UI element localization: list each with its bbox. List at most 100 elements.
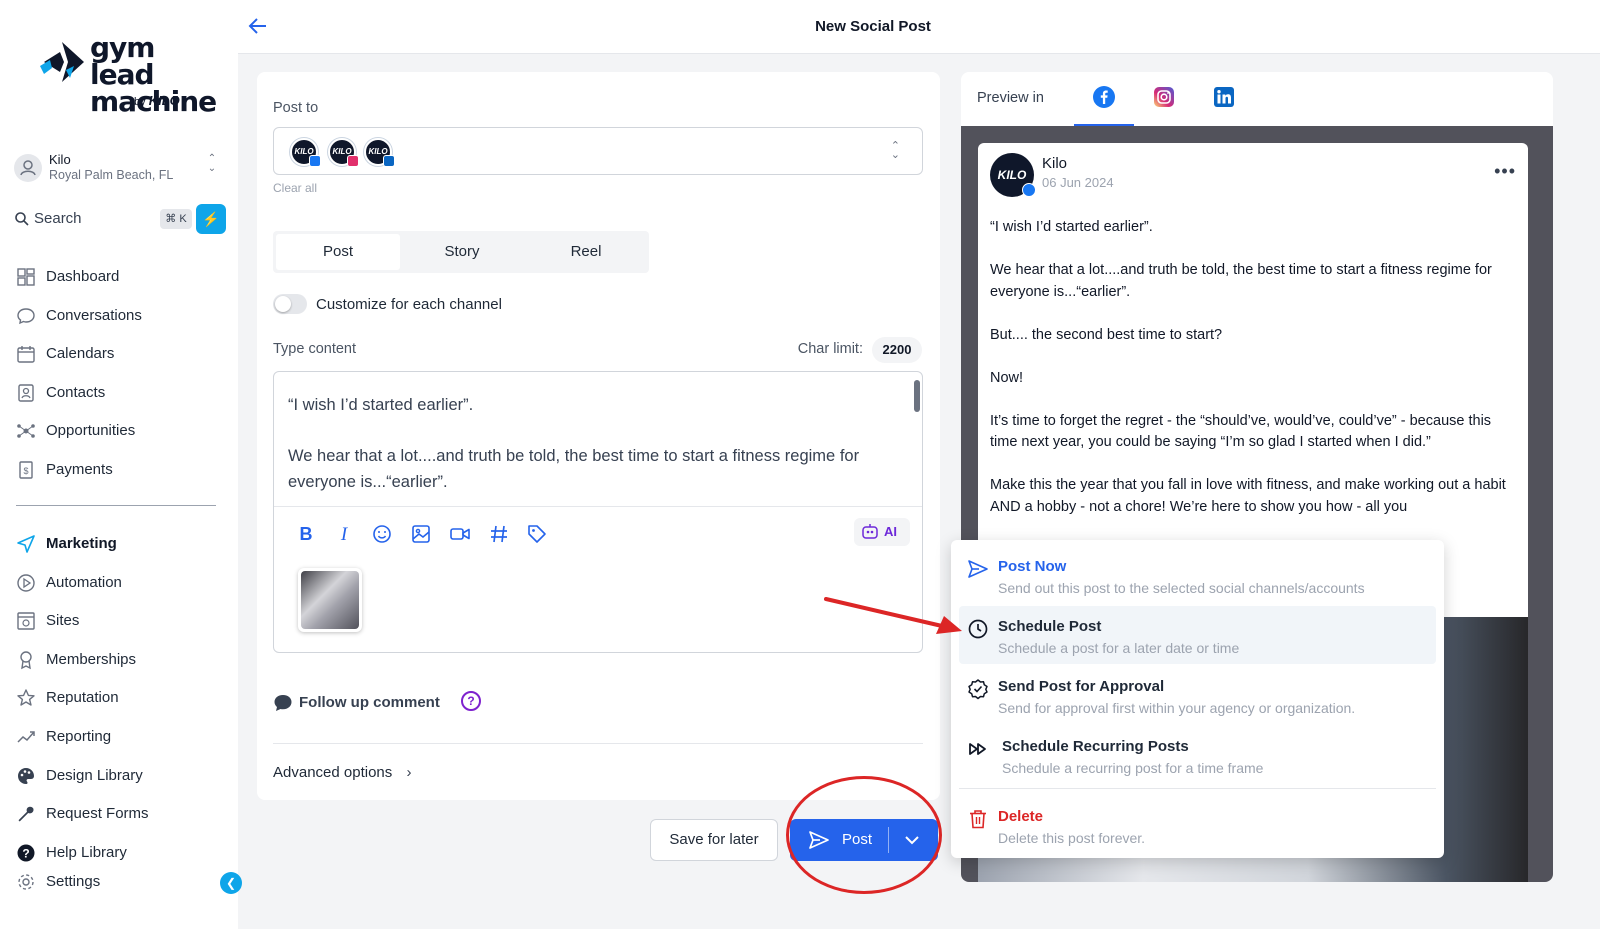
nav-reputation[interactable]: Reputation <box>16 682 226 712</box>
post-paragraph: “I wish I’d started earlier”. <box>990 219 1153 235</box>
customize-label: Customize for each channel <box>316 296 502 313</box>
brand-mark-icon <box>40 42 84 82</box>
advanced-options-toggle[interactable]: Advanced options › <box>273 764 411 781</box>
nav-opportunities[interactable]: Opportunities <box>16 415 226 445</box>
menu-item-description: Schedule a recurring post for a time fra… <box>1002 760 1264 776</box>
preview-tab-facebook[interactable] <box>1074 84 1134 126</box>
question-icon[interactable]: ? <box>461 691 481 711</box>
menu-item-title: Schedule Recurring Posts <box>1002 738 1189 755</box>
chevron-updown-icon: ⌃ ⌄ <box>207 153 217 174</box>
preview-label: Preview in <box>977 90 1044 106</box>
sidebar: gym lead machine by KILO Kilo Royal Palm… <box>0 0 238 929</box>
attached-media-thumbnail[interactable] <box>298 568 362 632</box>
clear-all-link[interactable]: Clear all <box>273 181 317 195</box>
lightning-icon: ⚡ <box>202 211 220 227</box>
preview-tab-linkedin[interactable] <box>1194 84 1254 126</box>
menu-item-title: Send Post for Approval <box>998 678 1165 695</box>
nav-label: Design Library <box>46 767 143 784</box>
tag-icon[interactable] <box>525 522 549 546</box>
tab-story[interactable]: Story <box>400 234 524 270</box>
more-options-icon[interactable]: ••• <box>1494 161 1516 182</box>
char-limit-badge: 2200 <box>872 337 922 363</box>
nav-label: Automation <box>46 574 122 591</box>
customize-toggle[interactable] <box>273 294 307 314</box>
wrench-icon <box>18 806 34 822</box>
save-for-later-button[interactable]: Save for later <box>650 819 778 861</box>
menu-item-send-for-approval[interactable]: Send Post for Approval Send for approval… <box>959 666 1436 724</box>
post-to-label: Post to <box>273 100 319 116</box>
trash-icon <box>970 810 986 829</box>
quick-action-button[interactable]: ⚡ <box>196 204 226 234</box>
menu-item-description: Send for approval first within your agen… <box>998 700 1356 716</box>
nav-memberships[interactable]: Memberships <box>16 644 226 674</box>
menu-item-post-now[interactable]: Post Now Send out this post to the selec… <box>959 546 1436 604</box>
account-chip-facebook[interactable]: KILO <box>290 138 321 167</box>
italic-icon[interactable]: I <box>332 522 356 546</box>
location-switcher[interactable]: Kilo Royal Palm Beach, FL ⌃ ⌄ <box>14 150 226 186</box>
send-icon <box>17 535 35 553</box>
hashtag-icon[interactable] <box>487 522 511 546</box>
video-icon[interactable] <box>448 522 472 546</box>
menu-item-title: Schedule Post <box>998 618 1102 635</box>
nav-settings[interactable]: Settings <box>16 866 226 896</box>
menu-item-title: Delete <box>998 808 1044 825</box>
robot-icon <box>862 524 878 539</box>
tab-reel[interactable]: Reel <box>524 234 648 270</box>
annotation-arrow <box>824 597 962 634</box>
sidebar-collapse-button[interactable]: ❮ <box>220 872 242 894</box>
nav-contacts[interactable]: Contacts <box>16 377 226 407</box>
post-paragraph: Now! <box>990 369 1024 386</box>
sites-icon <box>17 612 35 630</box>
follow-up-label: Follow up comment <box>299 694 440 711</box>
nav-help-library[interactable]: ? Help Library <box>16 837 226 867</box>
menu-item-schedule-recurring[interactable]: Schedule Recurring Posts Schedule a recu… <box>959 726 1436 784</box>
account-selector[interactable]: KILO KILO KILO ⌃ ⌄ <box>273 127 923 175</box>
nav-label: Reporting <box>46 728 112 745</box>
search-bar[interactable]: Search ⌘ K ⚡ <box>14 204 229 234</box>
nav-conversations[interactable]: Conversations <box>16 300 226 330</box>
nav-design-library[interactable]: Design Library <box>16 760 226 790</box>
nav-calendars[interactable]: Calendars <box>16 338 226 368</box>
post-paragraph: But.... the second best time to start? <box>990 326 1223 343</box>
nav-label: Reputation <box>46 689 119 706</box>
image-icon[interactable] <box>409 522 433 546</box>
editor-scrollbar[interactable] <box>914 380 920 412</box>
top-bar: New Social Post <box>238 0 1600 54</box>
advanced-options-label: Advanced options <box>273 764 393 781</box>
svg-text:$: $ <box>23 466 28 476</box>
nav-payments[interactable]: $ Payments <box>16 454 226 484</box>
nav-reporting[interactable]: Reporting <box>16 721 226 751</box>
brand-by: by KILO <box>134 93 180 108</box>
comment-icon <box>274 695 292 711</box>
ai-assistant-button[interactable]: AI <box>854 518 910 546</box>
emoji-icon[interactable] <box>370 522 394 546</box>
preview-tab-instagram[interactable] <box>1134 84 1194 126</box>
clock-icon <box>968 619 988 639</box>
nav-marketing[interactable]: Marketing <box>16 528 226 558</box>
nav-automation[interactable]: Automation <box>16 567 226 597</box>
account-chip-linkedin[interactable]: KILO <box>364 138 395 167</box>
location-name: Kilo <box>49 152 71 167</box>
menu-item-delete[interactable]: Delete Delete this post forever. <box>959 796 1436 854</box>
nav-sites[interactable]: Sites <box>16 605 226 635</box>
nav-label: Conversations <box>46 307 142 324</box>
content-textarea[interactable]: “I wish I’d started earlier”. We hear th… <box>288 392 900 520</box>
verified-badge-icon <box>968 679 988 700</box>
ai-label: AI <box>884 524 897 539</box>
brand-logo[interactable]: gym lead machine by KILO <box>40 34 217 116</box>
account-chip-instagram[interactable]: KILO <box>328 138 359 167</box>
tab-post[interactable]: Post <box>276 234 400 270</box>
menu-item-description: Send out this post to the selected socia… <box>998 580 1365 596</box>
toggle-knob <box>275 296 291 312</box>
bold-icon[interactable]: B <box>294 522 318 546</box>
annotation-circle <box>786 776 942 894</box>
chevron-left-icon: ❮ <box>225 876 237 890</box>
nav-label: Request Forms <box>46 805 149 822</box>
nav-dashboard[interactable]: Dashboard <box>16 261 226 291</box>
opportunities-icon <box>17 424 35 438</box>
award-icon <box>20 651 32 670</box>
search-icon <box>15 212 29 226</box>
menu-item-schedule-post[interactable]: Schedule Post Schedule a post for a late… <box>959 606 1436 664</box>
nav-request-forms[interactable]: Request Forms <box>16 798 226 828</box>
svg-text:B: B <box>300 524 313 544</box>
